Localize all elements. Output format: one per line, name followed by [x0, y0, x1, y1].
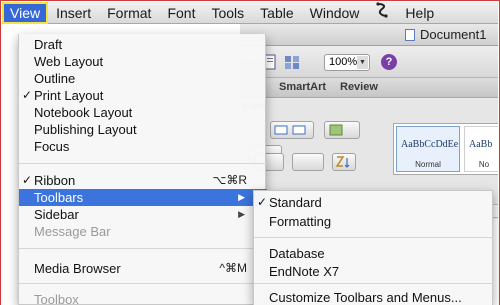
menu-separator: [19, 283, 267, 284]
style-name: Normal: [415, 160, 441, 169]
menu-separator: [19, 248, 267, 249]
menu-item-web-layout[interactable]: Web Layout: [19, 53, 267, 70]
zoom-value: 100%: [329, 56, 358, 68]
menu-item-label: Publishing Layout: [34, 122, 137, 137]
menu-item-publishing-layout[interactable]: Publishing Layout: [19, 121, 267, 138]
indent-buttons[interactable]: [270, 121, 314, 139]
menu-item-label: Sidebar: [34, 207, 79, 222]
menu-item-outline[interactable]: Outline: [19, 70, 267, 87]
menu-item-message-bar: Message Bar: [19, 223, 267, 240]
style-normal[interactable]: AaBbCcDdEe Normal: [396, 126, 460, 172]
menu-item-print-layout[interactable]: ✓ Print Layout: [19, 87, 267, 104]
menu-separator: [254, 283, 494, 284]
submenu-item-standard[interactable]: ✓ Standard: [254, 194, 494, 211]
menu-item-label: Notebook Layout: [34, 105, 133, 120]
menu-item-label: Toolbars: [34, 190, 84, 205]
menu-item-label: Draft: [34, 37, 63, 52]
menubar-view[interactable]: View: [2, 1, 49, 24]
menu-item-label: Focus: [34, 139, 70, 154]
menu-item-label: Media Browser: [34, 261, 121, 276]
menubar-insert[interactable]: Insert: [48, 2, 99, 24]
menubar-table[interactable]: Table: [252, 2, 301, 24]
menu-item-ribbon[interactable]: ✓ Ribbon ⌥⌘R: [19, 172, 267, 189]
submenu-item-endnote[interactable]: EndNote X7: [254, 263, 494, 280]
style-no-spacing[interactable]: AaBb No: [464, 126, 498, 172]
submenu-item-label: Formatting: [269, 214, 332, 229]
menu-item-label: Web Layout: [34, 54, 104, 69]
document-title: Document1: [420, 27, 487, 42]
checkmark-icon: ✓: [22, 88, 33, 102]
submenu-item-label: Standard: [269, 195, 322, 210]
menubar-help[interactable]: Help: [397, 2, 442, 24]
submenu-item-label: Database: [269, 246, 325, 261]
menu-item-shortcut: ⌥⌘R: [212, 173, 248, 187]
ribbon: graph AaBbCcDdEe Normal: [240, 99, 498, 204]
document-icon: [405, 29, 415, 41]
styles-gallery: AaBbCcDdEe Normal AaBb No: [393, 123, 498, 175]
view-menu: Draft Web Layout Outline ✓ Print Layout …: [18, 34, 267, 305]
menu-item-notebook-layout[interactable]: Notebook Layout: [19, 104, 267, 121]
sort-button[interactable]: [332, 153, 356, 171]
borders-button[interactable]: [292, 153, 324, 171]
submenu-arrow-icon: ▶: [238, 209, 245, 219]
menubar-tools[interactable]: Tools: [203, 2, 252, 24]
columns-icon: [329, 124, 343, 136]
columns-button[interactable]: [324, 121, 360, 139]
menu-item-label: Print Layout: [34, 88, 104, 103]
submenu-item-customize[interactable]: Customize Toolbars and Menus...: [254, 289, 494, 305]
submenu-item-label: EndNote X7: [269, 264, 340, 279]
menu-item-label: Ribbon: [34, 173, 76, 188]
menu-item-toolbars[interactable]: Toolbars ▶: [19, 189, 267, 206]
ribbon-tabs: SmartArt Review: [240, 78, 498, 98]
script-menu-icon-glyph: [376, 1, 389, 18]
tab-review[interactable]: Review: [340, 81, 378, 93]
menubar-format[interactable]: Format: [99, 2, 159, 24]
sort-icon: [335, 156, 350, 168]
style-name: No: [478, 160, 490, 169]
style-sample: AaBb: [469, 139, 493, 150]
menu-item-media-browser[interactable]: Media Browser ^⌘M: [19, 260, 267, 277]
checkmark-icon: ✓: [22, 173, 33, 187]
indent-icon: [274, 125, 306, 135]
menu-item-focus[interactable]: Focus: [19, 138, 267, 155]
menu-bar: View Insert Format Font Tools Table Wind…: [2, 1, 498, 24]
menu-item-toolbox: Toolbox: [19, 291, 267, 305]
menu-item-shortcut: ^⌘M: [219, 261, 247, 275]
menubar-font[interactable]: Font: [159, 2, 203, 24]
menu-item-draft[interactable]: Draft: [19, 36, 267, 53]
zoom-select[interactable]: 100% ▼: [324, 54, 370, 71]
tab-smartart[interactable]: SmartArt: [279, 81, 326, 93]
script-menu-icon[interactable]: [367, 1, 397, 24]
menu-item-sidebar[interactable]: Sidebar ▶: [19, 206, 267, 223]
help-icon[interactable]: ?: [381, 54, 397, 70]
menu-separator: [19, 163, 267, 164]
standard-toolbar: 100% ▼ ?: [240, 46, 498, 78]
document-titlebar: Document1: [240, 24, 498, 46]
menu-separator: [254, 237, 494, 238]
submenu-arrow-icon: ▶: [238, 192, 245, 202]
checkmark-icon: ✓: [257, 195, 268, 209]
menu-item-label: Message Bar: [34, 224, 111, 239]
submenu-item-formatting[interactable]: Formatting: [254, 213, 494, 230]
templates-gallery-icon[interactable]: [284, 54, 300, 70]
submenu-item-database[interactable]: Database: [254, 245, 494, 262]
style-sample: AaBbCcDdEe: [401, 139, 459, 150]
toolbars-submenu: ✓ Standard Formatting Database EndNote X…: [253, 190, 494, 305]
menu-item-label: Outline: [34, 71, 76, 86]
submenu-item-label: Customize Toolbars and Menus...: [269, 290, 462, 305]
menu-item-label: Toolbox: [34, 292, 79, 305]
chevron-down-icon: ▼: [357, 56, 368, 69]
menubar-window[interactable]: Window: [302, 2, 368, 24]
